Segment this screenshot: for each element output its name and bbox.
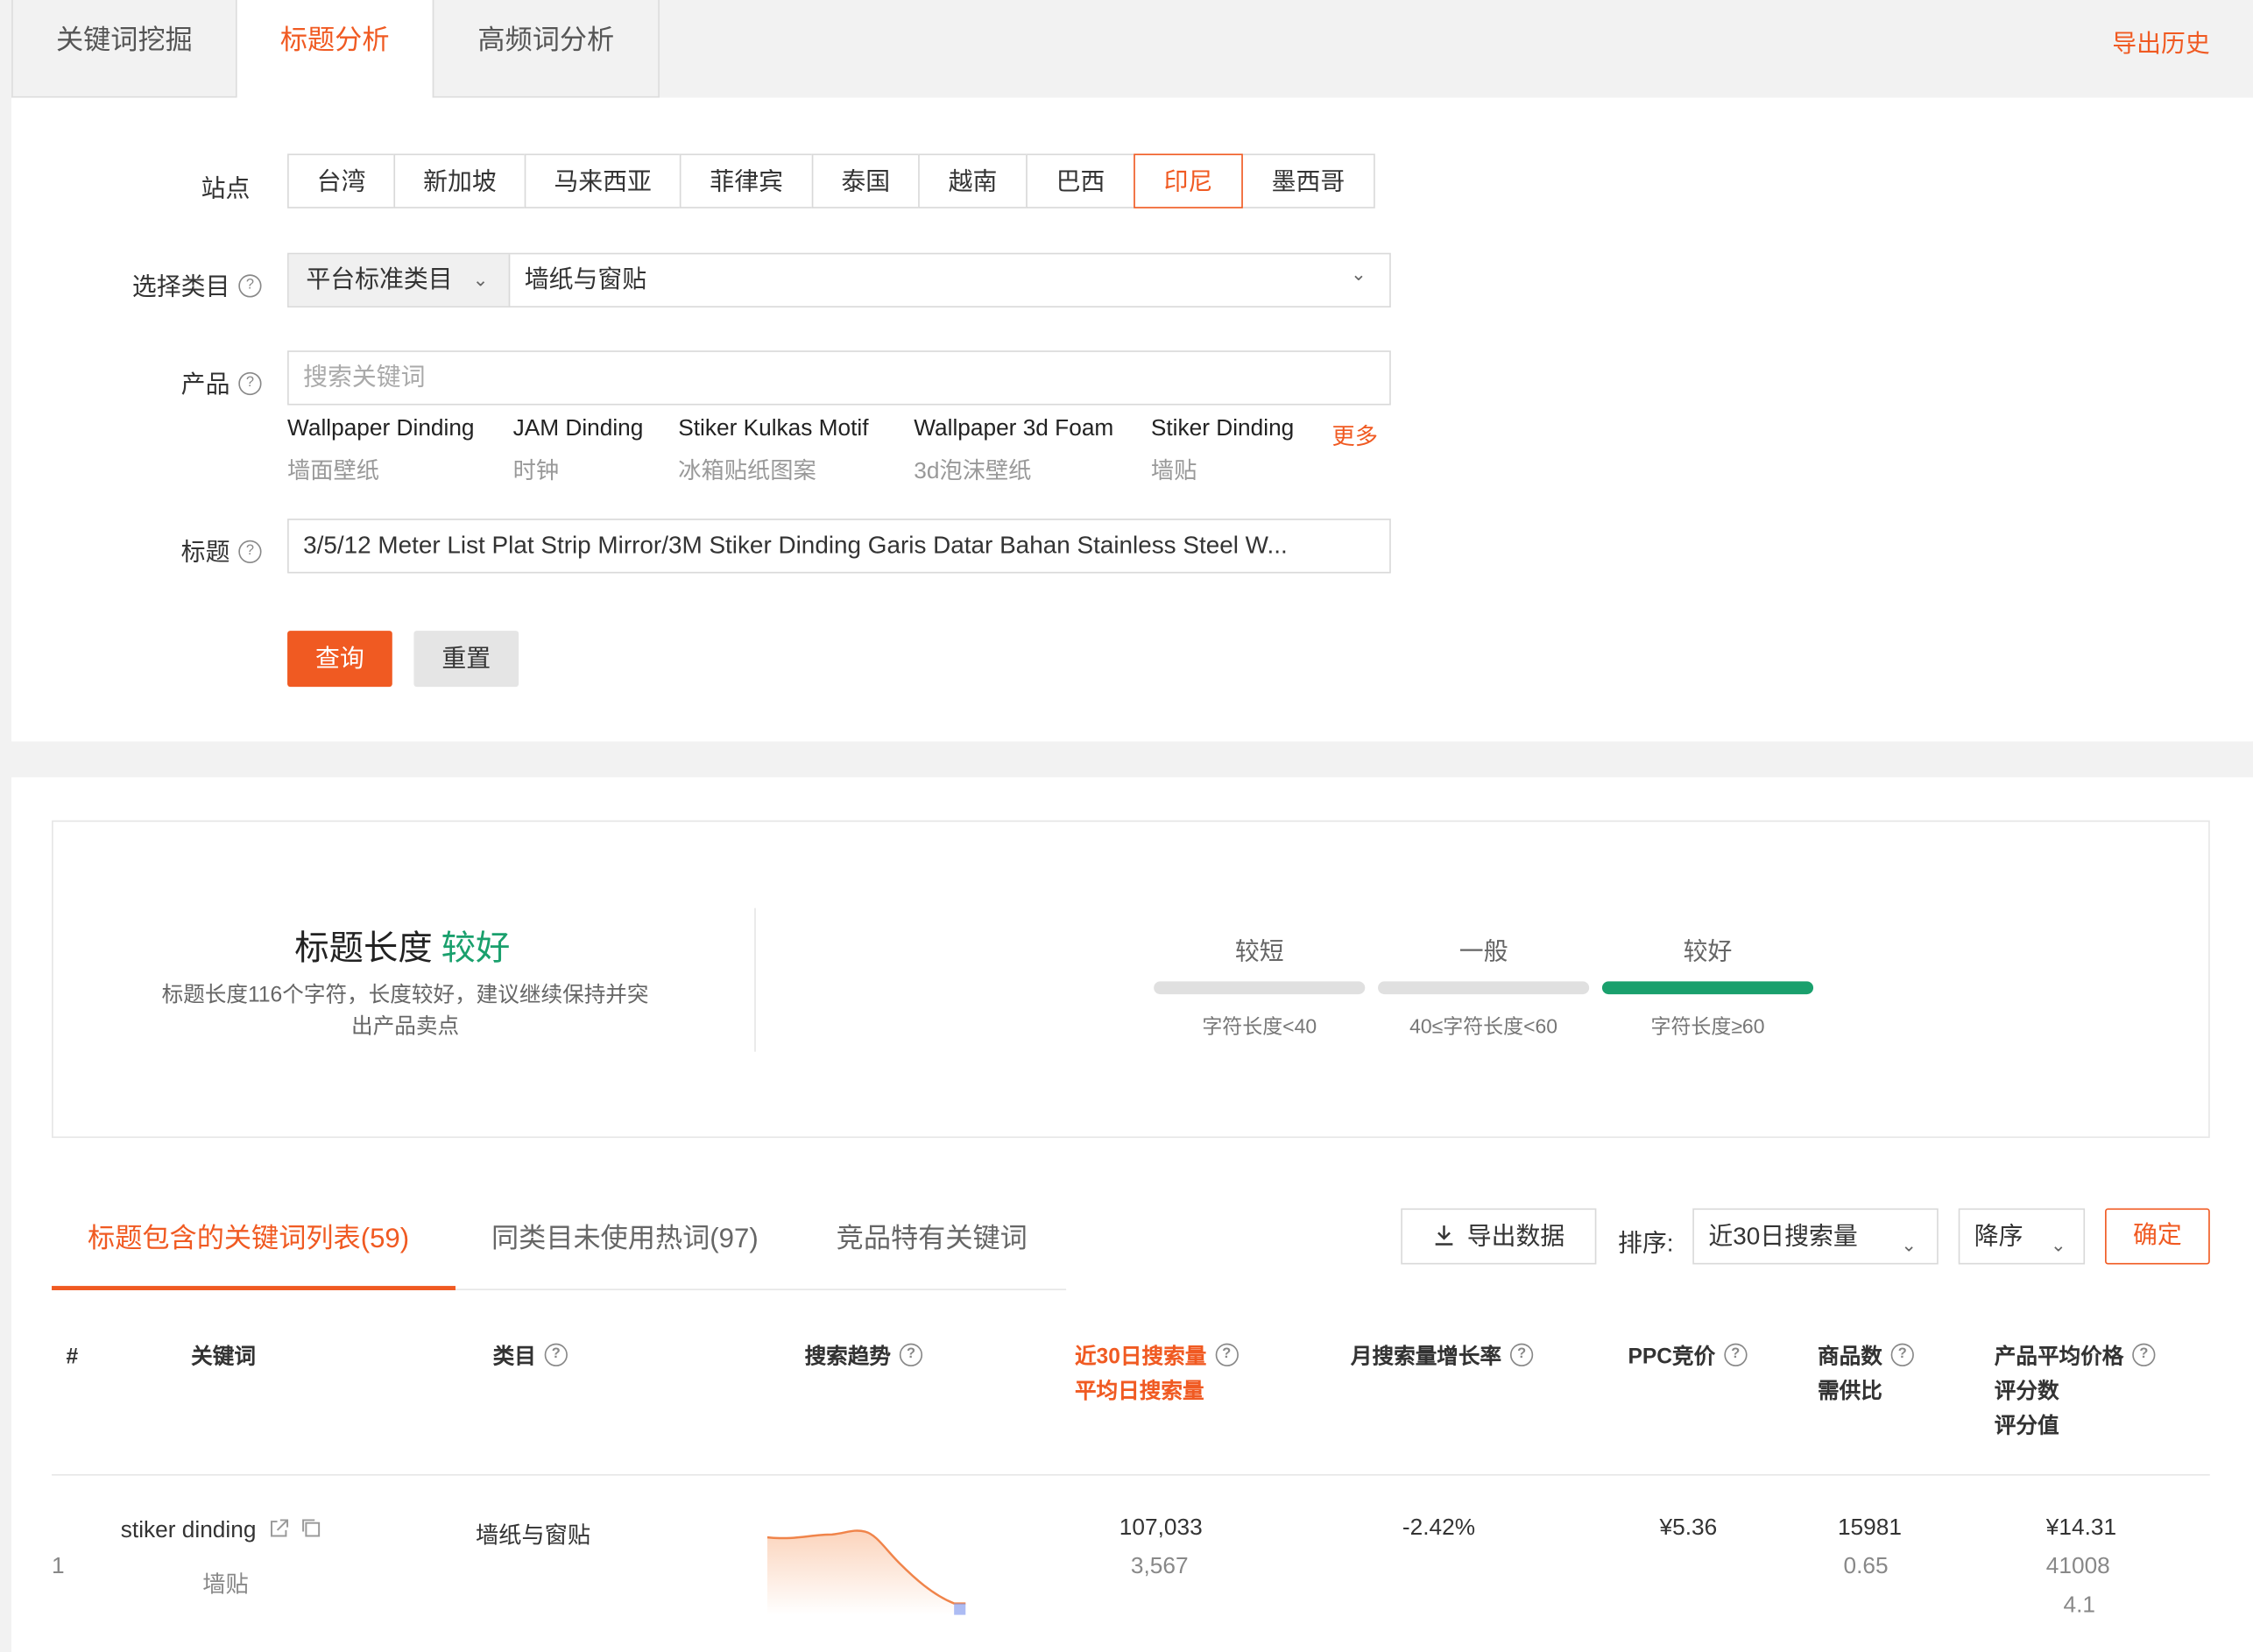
suggestion-item[interactable]: Stiker Kulkas Motif 冰箱贴纸图案 xyxy=(678,417,868,486)
help-icon[interactable]: ? xyxy=(1724,1343,1748,1366)
copy-icon[interactable] xyxy=(300,1517,322,1539)
help-icon[interactable]: ? xyxy=(899,1343,923,1366)
tab-title-keywords[interactable]: 标题包含的关键词列表(59) xyxy=(88,1217,409,1255)
length-segment-good: 较好 字符长度≥60 xyxy=(1601,931,1814,1041)
rating-value: 4.1 xyxy=(2063,1593,2095,1618)
category-select[interactable]: 平台标准类目 ⌄ 墙纸与窗贴 ⌄ xyxy=(287,252,1391,308)
keyword-cell: stiker dinding xyxy=(121,1517,322,1544)
title-length-rating: 较好 xyxy=(441,929,511,969)
length-bar xyxy=(1378,981,1590,995)
header-trend: 搜索趋势? xyxy=(805,1340,923,1374)
tab-high-frequency-words[interactable]: 高频词分析 xyxy=(432,0,660,98)
site-option-singapore[interactable]: 新加坡 xyxy=(393,153,526,208)
header-ppc: PPC竞价? xyxy=(1628,1340,1748,1374)
supply-ratio-value: 0.65 xyxy=(1843,1554,1889,1579)
tab-title-analysis[interactable]: 标题分析 xyxy=(236,0,434,101)
filter-panel: 站点 台湾 新加坡 马来西亚 菲律宾 泰国 越南 巴西 印尼 墨西哥 选择类目?… xyxy=(11,97,2253,742)
product-search-input[interactable]: 搜索关键词 xyxy=(287,350,1391,406)
tab-competitor-keywords[interactable]: 竞品特有关键词 xyxy=(837,1217,1028,1255)
tab-keyword-mining[interactable]: 关键词挖掘 xyxy=(11,0,237,98)
help-icon[interactable]: ? xyxy=(238,371,262,395)
category-label: 选择类目? xyxy=(46,265,262,301)
sort-order-select[interactable]: 降序 ⌄ xyxy=(1958,1208,2086,1265)
help-icon[interactable]: ? xyxy=(238,539,262,563)
product-label: 产品? xyxy=(46,364,262,399)
length-bar-active xyxy=(1601,981,1814,995)
suggestion-item[interactable]: Stiker Dinding 墙贴 xyxy=(1151,417,1294,486)
tab-unused-hot-words[interactable]: 同类目未使用热词(97) xyxy=(491,1217,759,1255)
site-option-mexico[interactable]: 墨西哥 xyxy=(1241,153,1375,208)
category-cell: 墙纸与窗贴 xyxy=(475,1524,591,1550)
title-length-heading: 标题长度 较好 xyxy=(294,929,511,969)
title-label: 标题? xyxy=(46,532,262,568)
header-avg-price: 产品平均价格? 评分数 评分值 xyxy=(1995,1340,2156,1444)
avg-price-value: ¥14.31 xyxy=(2045,1515,2117,1541)
help-icon[interactable]: ? xyxy=(1215,1343,1239,1366)
header-keyword: 关键词 xyxy=(191,1345,256,1370)
site-selector: 台湾 新加坡 马来西亚 菲律宾 泰国 越南 巴西 印尼 墨西哥 xyxy=(287,153,1375,208)
search-trend-sparkline[interactable] xyxy=(766,1514,969,1615)
query-button[interactable]: 查询 xyxy=(287,631,392,688)
chevron-down-icon: ⌄ xyxy=(1901,1234,1918,1256)
keyword-translation: 墙贴 xyxy=(202,1573,249,1599)
help-icon[interactable]: ? xyxy=(238,273,262,297)
reset-button[interactable]: 重置 xyxy=(413,631,519,688)
category-value: 墙纸与窗贴 xyxy=(524,265,647,293)
confirm-button[interactable]: 确定 xyxy=(2105,1208,2210,1265)
chevron-down-icon: ⌄ xyxy=(2050,1234,2066,1256)
search30-value: 107,033 xyxy=(1119,1515,1203,1541)
export-data-button[interactable]: 导出数据 xyxy=(1401,1208,1597,1265)
site-option-philippines[interactable]: 菲律宾 xyxy=(679,153,814,208)
app-root: 关键词挖掘 标题分析 高频词分析 导出历史 站点 台湾 新加坡 马来西亚 菲律宾… xyxy=(0,0,2253,1652)
export-history-link[interactable]: 导出历史 xyxy=(2112,23,2210,59)
results-panel: 标题长度 较好 标题长度116个字符，长度较好，建议继续保持并突出产品卖点 较短 … xyxy=(11,777,2253,1652)
header-search30[interactable]: 近30日搜索量? 平均日搜索量 xyxy=(1075,1340,1239,1409)
row-index: 1 xyxy=(52,1554,65,1579)
length-segment-medium: 一般 40≤字符长度<60 xyxy=(1378,931,1590,1041)
suggestion-item[interactable]: Wallpaper Dinding 墙面壁纸 xyxy=(287,417,474,486)
site-option-taiwan[interactable]: 台湾 xyxy=(287,153,396,208)
site-option-indonesia[interactable]: 印尼 xyxy=(1134,153,1243,208)
help-icon[interactable]: ? xyxy=(1509,1343,1534,1366)
items-value: 15981 xyxy=(1837,1515,1902,1541)
chevron-down-icon: ⌄ xyxy=(1351,263,1367,285)
external-link-icon[interactable] xyxy=(268,1519,288,1539)
sort-label: 排序: xyxy=(1617,1230,1674,1258)
rating-count-value: 41008 xyxy=(2045,1554,2110,1579)
divider xyxy=(754,907,756,1052)
help-icon[interactable]: ? xyxy=(1890,1343,1914,1366)
site-option-brazil[interactable]: 巴西 xyxy=(1026,153,1135,208)
chevron-down-icon: ⌄ xyxy=(472,268,489,291)
more-suggestions-link[interactable]: 更多 xyxy=(1332,417,1379,451)
table-divider xyxy=(52,1473,2210,1476)
top-tab-bar: 关键词挖掘 标题分析 高频词分析 导出历史 xyxy=(11,0,2253,101)
help-icon[interactable]: ? xyxy=(2132,1343,2156,1366)
download-icon xyxy=(1435,1225,1453,1246)
suggestion-item[interactable]: JAM Dinding 时钟 xyxy=(513,417,644,486)
sort-field-select[interactable]: 近30日搜索量 ⌄ xyxy=(1692,1208,1939,1265)
length-bar xyxy=(1154,981,1366,995)
header-items: 商品数? 需供比 xyxy=(1818,1340,1914,1409)
site-label: 站点 xyxy=(201,175,251,203)
growth-value: -2.42% xyxy=(1402,1515,1476,1541)
help-icon[interactable]: ? xyxy=(544,1343,568,1366)
title-length-description: 标题长度116个字符，长度较好，建议继续保持并突出产品卖点 xyxy=(161,982,649,1039)
avg-daily-value: 3,567 xyxy=(1130,1554,1189,1579)
site-option-malaysia[interactable]: 马来西亚 xyxy=(524,153,682,208)
title-input[interactable]: 3/5/12 Meter List Plat Strip Mirror/3M S… xyxy=(287,519,1391,574)
header-category: 类目? xyxy=(493,1340,568,1374)
length-segment-short: 较短 字符长度<40 xyxy=(1154,931,1366,1041)
title-length-card: 标题长度 较好 标题长度116个字符，长度较好，建议继续保持并突出产品卖点 较短 … xyxy=(52,820,2210,1139)
header-growth: 月搜索量增长率? xyxy=(1351,1340,1534,1374)
site-option-vietnam[interactable]: 越南 xyxy=(918,153,1028,208)
header-index: # xyxy=(66,1345,79,1370)
suggestion-item[interactable]: Wallpaper 3d Foam 3d泡沫壁纸 xyxy=(914,417,1113,486)
category-type-select[interactable]: 平台标准类目 ⌄ xyxy=(288,254,511,307)
keyword-text[interactable]: stiker dinding xyxy=(121,1519,257,1543)
tab-active-indicator xyxy=(52,1286,456,1290)
site-option-thailand[interactable]: 泰国 xyxy=(811,153,920,208)
ppc-value: ¥5.36 xyxy=(1659,1515,1718,1541)
